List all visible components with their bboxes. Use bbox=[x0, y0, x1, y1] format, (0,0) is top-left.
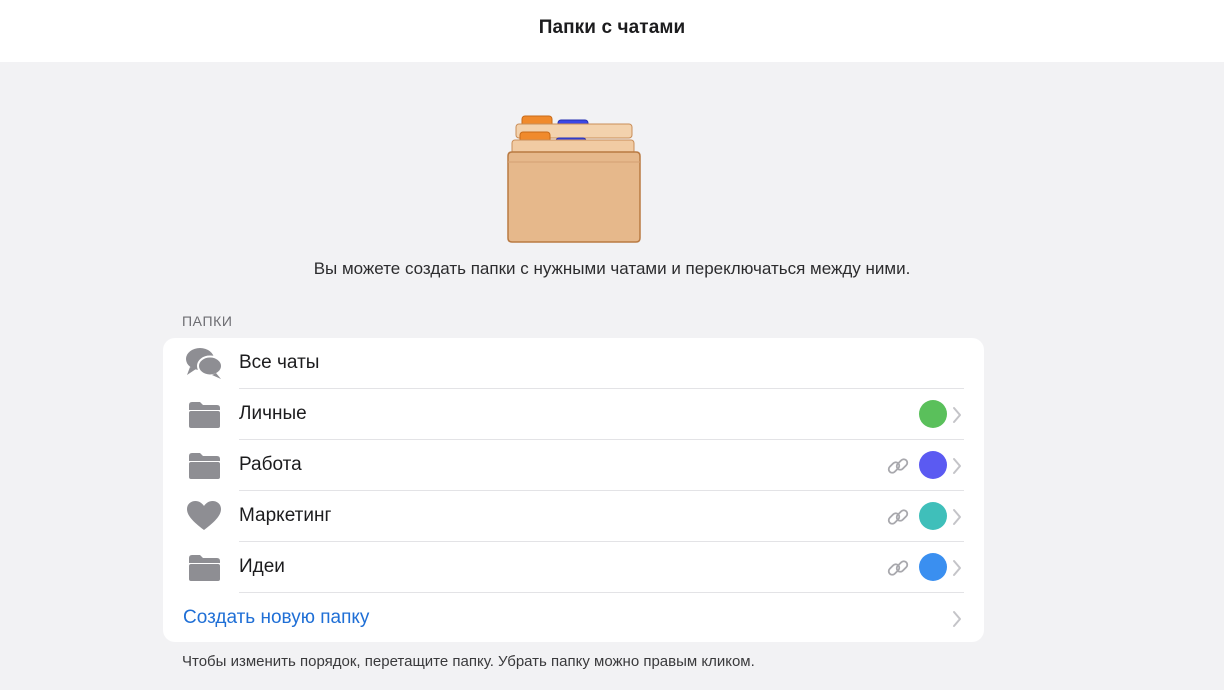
folder-row-work[interactable]: Работа bbox=[163, 440, 984, 491]
folders-cabinet-icon bbox=[507, 115, 641, 243]
chevron-right-icon bbox=[953, 611, 961, 627]
link-icon bbox=[887, 458, 909, 474]
chevron-right-icon bbox=[953, 560, 961, 576]
section-label-folders: ПАПКИ bbox=[182, 313, 233, 329]
page-title: Папки с чатами bbox=[538, 17, 686, 38]
folder-color-dot[interactable] bbox=[919, 553, 947, 581]
create-folder-button[interactable]: Создать новую папку bbox=[163, 593, 984, 642]
folder-color-dot[interactable] bbox=[919, 451, 947, 479]
folder-row-marketing[interactable]: Маркетинг bbox=[163, 491, 984, 542]
create-folder-label: Создать новую папку bbox=[183, 607, 370, 628]
folder-label: Работа bbox=[239, 454, 302, 475]
chevron-right-icon bbox=[953, 458, 961, 474]
link-icon bbox=[887, 560, 909, 576]
folder-row-all-chats[interactable]: Все чаты bbox=[163, 338, 984, 389]
top-bar: Папки с чатами bbox=[0, 0, 1224, 62]
footer-hint: Чтобы изменить порядок, перетащите папку… bbox=[182, 653, 755, 670]
heart-icon bbox=[187, 501, 221, 530]
chevron-right-icon bbox=[953, 407, 961, 423]
folders-list: Все чаты Личные Работа Маркетинг Идеи Со… bbox=[163, 338, 984, 642]
chevron-right-icon bbox=[953, 509, 961, 525]
folder-row-personal[interactable]: Личные bbox=[163, 389, 984, 440]
link-icon bbox=[887, 509, 909, 525]
folder-icon bbox=[189, 402, 220, 428]
folder-label: Идеи bbox=[239, 556, 285, 577]
chat-bubbles-icon bbox=[186, 348, 223, 379]
folder-icon bbox=[189, 555, 220, 581]
folder-label: Маркетинг bbox=[239, 505, 332, 526]
folder-color-dot[interactable] bbox=[919, 400, 947, 428]
folder-icon bbox=[189, 453, 220, 479]
description-text: Вы можете создать папки с нужными чатами… bbox=[313, 259, 911, 278]
folder-color-dot[interactable] bbox=[919, 502, 947, 530]
folder-label: Все чаты bbox=[239, 352, 320, 373]
folder-label: Личные bbox=[239, 403, 307, 424]
folder-row-ideas[interactable]: Идеи bbox=[163, 542, 984, 593]
